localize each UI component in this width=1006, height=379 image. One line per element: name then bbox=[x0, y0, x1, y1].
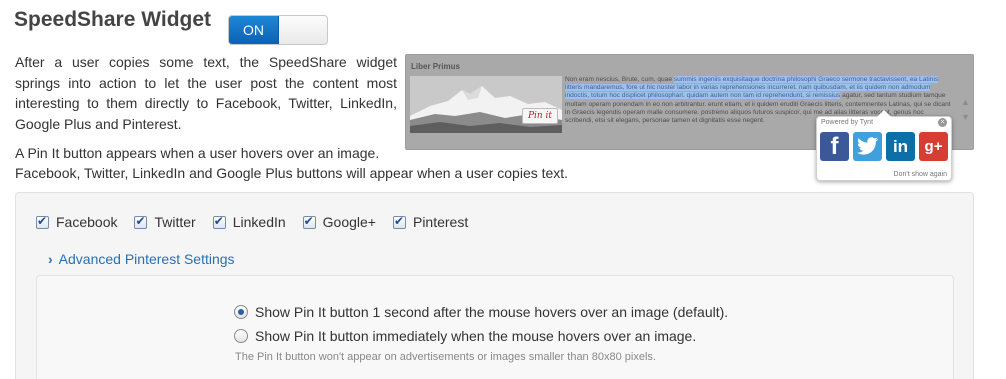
chevron-right-icon: › bbox=[48, 251, 53, 267]
checkbox-label: Twitter bbox=[154, 214, 196, 230]
radio-label: Show Pin It button 1 second after the mo… bbox=[255, 304, 729, 320]
advanced-pinterest-settings-link[interactable]: › Advanced Pinterest Settings bbox=[48, 251, 235, 267]
twitter-icon[interactable] bbox=[853, 132, 882, 161]
radio-option-immediate[interactable]: Show Pin It button immediately when the … bbox=[234, 328, 696, 344]
mountain-illustration bbox=[410, 76, 562, 133]
preview-title: Liber Primus bbox=[411, 62, 460, 71]
facebook-icon[interactable]: f bbox=[820, 132, 849, 161]
radio-option-delayed[interactable]: Show Pin It button 1 second after the mo… bbox=[234, 304, 728, 320]
checkbox-checked-icon[interactable] bbox=[302, 214, 316, 229]
widget-description: After a user copies some text, the Speed… bbox=[15, 54, 397, 132]
checkbox-twitter[interactable]: Twitter bbox=[134, 214, 196, 230]
checkbox-linkedin[interactable]: LinkedIn bbox=[212, 214, 286, 230]
toggle-on-label[interactable]: ON bbox=[229, 16, 279, 44]
radio-selected-icon[interactable] bbox=[234, 305, 248, 319]
pin-it-note: The Pin It button won't appear on advert… bbox=[235, 351, 656, 363]
advanced-settings-box: Show Pin It button 1 second after the mo… bbox=[36, 275, 954, 379]
settings-panel: Facebook Twitter LinkedIn Google+ Pinter… bbox=[15, 192, 974, 379]
checkbox-label: LinkedIn bbox=[232, 214, 286, 230]
share-buttons-description-line: Facebook, Twitter, LinkedIn and Google P… bbox=[15, 165, 569, 181]
checkbox-checked-icon[interactable] bbox=[392, 214, 406, 229]
checkbox-pinterest[interactable]: Pinterest bbox=[392, 214, 469, 230]
twitter-bird-glyph bbox=[856, 137, 878, 155]
preview-scrollbar: ▲ ▼ bbox=[961, 97, 970, 122]
checkbox-checked-icon[interactable] bbox=[36, 214, 49, 229]
checkbox-google-plus[interactable]: Google+ bbox=[302, 214, 376, 230]
preview-text-start: Non eram nescius, Brute, cum, quae bbox=[565, 76, 674, 83]
radio-unselected-icon[interactable] bbox=[234, 329, 248, 343]
google-plus-icon[interactable]: g+ bbox=[919, 132, 948, 161]
advanced-settings-label: Advanced Pinterest Settings bbox=[58, 251, 235, 267]
linkedin-icon[interactable]: in bbox=[886, 132, 915, 161]
checkbox-checked-icon[interactable] bbox=[134, 214, 148, 229]
share-popup: Powered by Tynt × f in g+ Don't show aga… bbox=[816, 110, 952, 181]
preview-mountain-image: Pin it bbox=[410, 76, 562, 133]
close-icon[interactable]: × bbox=[938, 118, 947, 127]
speedshare-toggle[interactable]: ON bbox=[228, 15, 328, 45]
network-checkboxes: Facebook Twitter LinkedIn Google+ Pinter… bbox=[36, 213, 485, 231]
checkbox-label: Google+ bbox=[322, 214, 376, 230]
checkbox-facebook[interactable]: Facebook bbox=[36, 214, 117, 230]
page-title: SpeedShare Widget bbox=[14, 8, 212, 31]
checkbox-label: Facebook bbox=[56, 214, 118, 230]
dont-show-again-link[interactable]: Don't show again bbox=[894, 171, 947, 178]
pin-it-button[interactable]: Pin it bbox=[522, 108, 558, 124]
radio-label: Show Pin It button immediately when the … bbox=[255, 328, 697, 344]
powered-by-label: Powered by Tynt bbox=[821, 119, 874, 126]
checkbox-checked-icon[interactable] bbox=[212, 214, 226, 229]
checkbox-label: Pinterest bbox=[412, 214, 469, 230]
